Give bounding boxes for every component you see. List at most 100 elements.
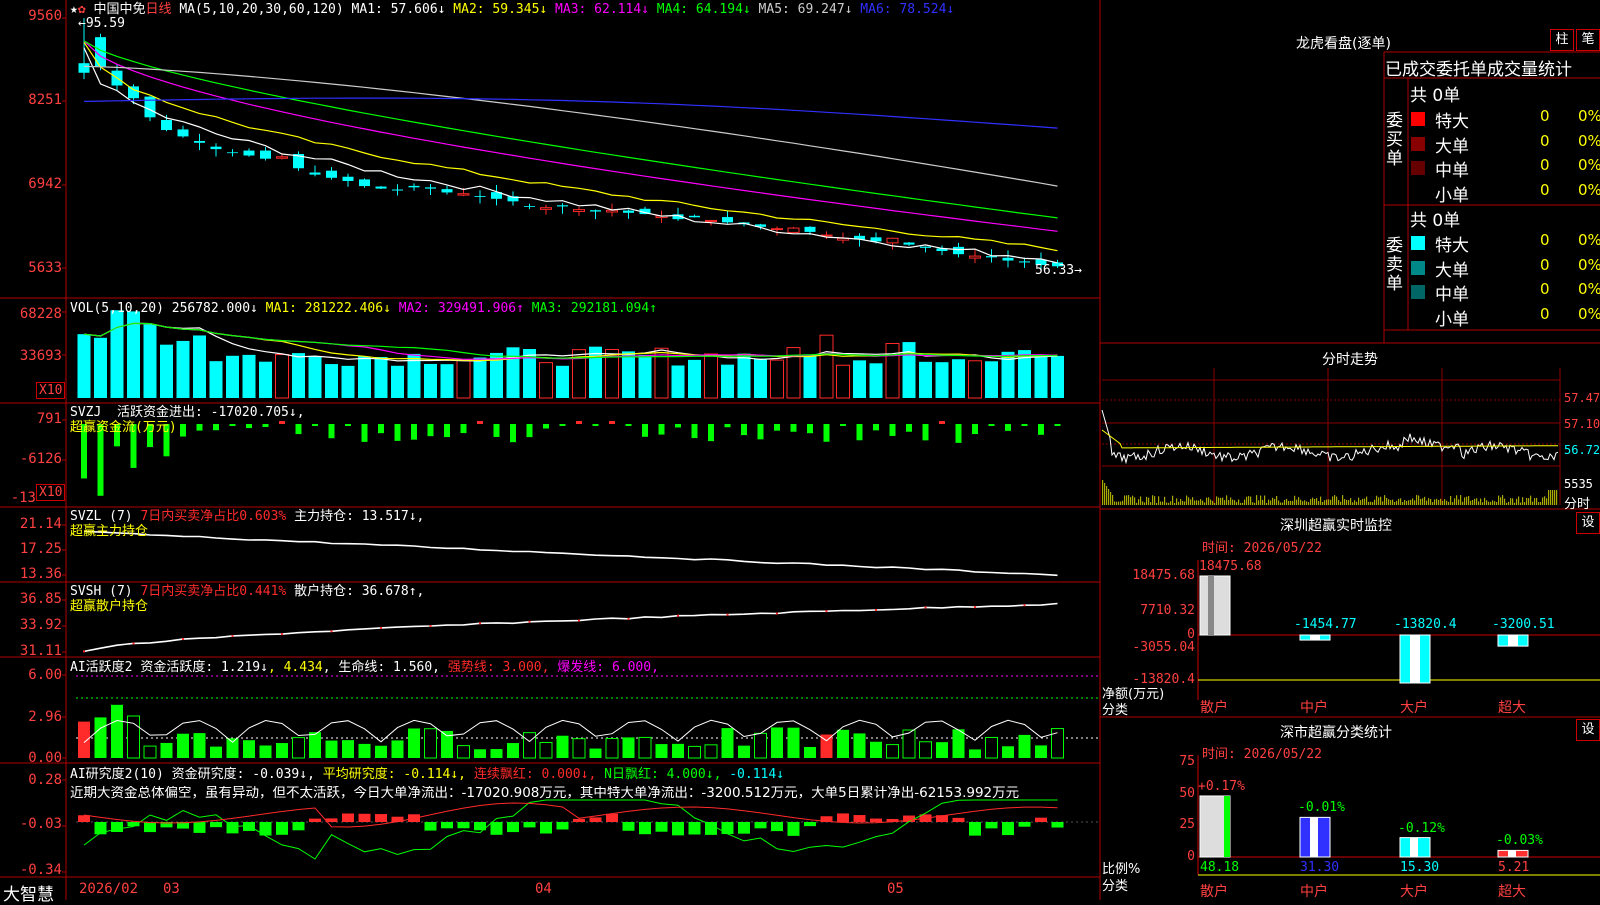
- volume-bar: [803, 354, 817, 398]
- intraday-volume-bar: [1408, 500, 1410, 505]
- volume-bar: [77, 334, 91, 398]
- star-icon[interactable]: ★: [70, 2, 78, 17]
- size-label: 小单: [1435, 185, 1469, 206]
- y-tick: 50: [1179, 786, 1195, 801]
- brand-label[interactable]: 大智慧: [3, 880, 54, 905]
- intraday-volume-bar: [1344, 499, 1346, 505]
- intraday-volume-bar: [1198, 500, 1200, 505]
- intraday-volume-bar: [1358, 497, 1360, 505]
- retail-marker: [627, 617, 630, 620]
- fund-flow-bar: [493, 424, 500, 437]
- intraday-volume-bar: [1386, 497, 1388, 505]
- activity-bar: [457, 745, 470, 759]
- volume-bar: [902, 342, 916, 398]
- ma5-line: [83, 65, 1058, 187]
- fund-flow-bar: [609, 421, 615, 424]
- intraday-volume-bar: [1508, 501, 1510, 505]
- fund-flow-bar: [1021, 424, 1028, 426]
- fund-flow-bar: [972, 424, 978, 435]
- intraday-volume-bar: [1530, 495, 1532, 505]
- intraday-volume-bar: [1534, 498, 1536, 505]
- svzl-header: SVZL (7) 7日内买卖净占比0.603% 主力持仓: 13.517↓,: [70, 509, 424, 524]
- intraday-volume-bar: [1532, 501, 1534, 505]
- intraday-volume-bar: [1300, 499, 1302, 505]
- intraday-volume-bar: [1226, 495, 1228, 505]
- intraday-volume-bar: [1280, 502, 1282, 505]
- volume-bar: [209, 361, 223, 398]
- research-bar: [78, 815, 90, 822]
- intraday-volume-bar: [1270, 500, 1272, 505]
- intraday-volume-bar: [1112, 495, 1114, 505]
- research-bar: [309, 818, 321, 822]
- intraday-volume-bar: [1236, 502, 1238, 505]
- fund-flow-bar: [427, 424, 434, 437]
- research-bar: [276, 822, 288, 835]
- intraday-volume-bar: [1132, 495, 1134, 505]
- intraday-volume-bar: [1512, 498, 1514, 505]
- intraday-volume-bar: [1272, 497, 1274, 505]
- research-bar: [1051, 822, 1064, 828]
- intraday-volume-bar: [1390, 500, 1392, 505]
- intraday-volume-bar: [1126, 495, 1128, 505]
- intraday-volume-bar: [1414, 500, 1416, 505]
- y-tick: 7710.32: [1140, 603, 1195, 618]
- intraday-volume-bar: [1430, 499, 1432, 505]
- activity-bar: [539, 741, 553, 759]
- intraday-volume-bar: [1450, 495, 1452, 505]
- intraday-volume-bar: [1510, 498, 1512, 505]
- tick-mode-button[interactable]: 笔: [1576, 29, 1600, 51]
- monitor-settings-button[interactable]: 设: [1576, 512, 1600, 534]
- intraday-volume-bar: [1232, 499, 1234, 505]
- retail-marker: [578, 619, 580, 622]
- intraday-volume-bar: [1248, 496, 1250, 505]
- vol-unit: X10: [36, 382, 66, 399]
- fund-flow-bar: [411, 424, 417, 440]
- intraday-volume-bar: [1470, 500, 1472, 505]
- volume-bar: [638, 354, 652, 398]
- settings-icon[interactable]: ✿: [78, 2, 86, 17]
- retail-marker: [776, 612, 778, 615]
- research-bar: [292, 822, 305, 831]
- intraday-volume-bar: [1312, 497, 1314, 505]
- volume-bar: [275, 354, 289, 399]
- chart-canvas[interactable]: [0, 0, 1600, 900]
- ratio-bar-shade: [1224, 795, 1230, 857]
- intraday-volume-bar: [1320, 496, 1322, 505]
- size-label: 中单: [1435, 285, 1469, 305]
- intraday-volume-bar: [1434, 499, 1436, 505]
- intraday-volume-bar: [1144, 502, 1146, 505]
- fund-flow-bar: [444, 424, 450, 438]
- volume-bar: [721, 364, 734, 398]
- intraday-volume-bar: [1116, 501, 1118, 505]
- activity-bar: [309, 732, 321, 758]
- ratio-change-label: -0.01%: [1298, 800, 1345, 816]
- size-swatch: [1411, 136, 1425, 151]
- activity-bar: [936, 742, 948, 758]
- intraday-volume-bar: [1208, 497, 1210, 505]
- bar-mode-button[interactable]: 柱: [1550, 29, 1574, 51]
- volume-bar: [358, 356, 371, 398]
- net-bar-shade: [1410, 635, 1420, 683]
- candle-down: [194, 140, 205, 143]
- ratio-value-label: 48.18: [1200, 860, 1240, 875]
- research-bar: [243, 822, 255, 831]
- activity-bar: [853, 733, 866, 758]
- intraday-volume-bar: [1142, 501, 1144, 505]
- fund-flow-bar: [378, 424, 384, 434]
- ai1-life: 生命线: 1.560,: [338, 660, 441, 675]
- intraday-volume-bar: [1336, 496, 1338, 505]
- intraday-volume-bar: [1268, 499, 1270, 505]
- volume-bar: [226, 355, 239, 398]
- ratio-bar-shade: [1410, 837, 1418, 857]
- vol-value: 256782.000↓: [171, 301, 258, 316]
- category-label: 大户: [1400, 884, 1428, 900]
- intraday-volume-bar: [1282, 502, 1284, 505]
- intraday-volume-bar: [1368, 501, 1370, 505]
- candle-down: [309, 172, 321, 175]
- intraday-volume-bar: [1448, 501, 1450, 505]
- research-bar: [507, 822, 519, 833]
- intraday-volume-bar: [1404, 499, 1406, 505]
- volume-bar: [143, 324, 157, 398]
- stats-settings-button[interactable]: 设: [1576, 719, 1600, 741]
- period-label[interactable]: 日线: [146, 2, 172, 17]
